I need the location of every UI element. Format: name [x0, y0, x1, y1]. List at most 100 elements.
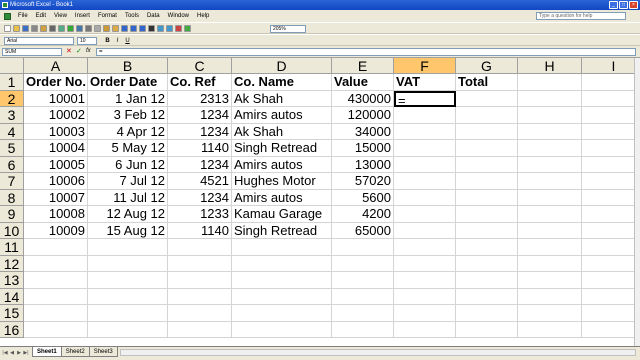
cell-c7[interactable]: 4521	[168, 173, 232, 190]
cell-g2[interactable]	[456, 90, 518, 107]
cell-f7[interactable]	[394, 173, 456, 190]
redo-icon[interactable]	[130, 25, 137, 32]
cell-a10[interactable]: 10009	[24, 222, 88, 239]
cell-h11[interactable]	[518, 239, 582, 256]
cell-c11[interactable]	[168, 239, 232, 256]
row-header-16[interactable]: 16	[0, 321, 24, 338]
cell-i3[interactable]	[582, 107, 640, 124]
chart-icon[interactable]	[175, 25, 182, 32]
cell-d9[interactable]: Kamau Garage	[232, 206, 332, 223]
cell-c4[interactable]: 1234	[168, 123, 232, 140]
cell-i14[interactable]	[582, 289, 640, 305]
cell-f6[interactable]	[394, 156, 456, 173]
cell-c14[interactable]	[168, 288, 232, 305]
cell-d11[interactable]	[232, 239, 332, 256]
cell-d16[interactable]	[232, 321, 332, 338]
cell-b11[interactable]	[88, 239, 168, 256]
cell-g8[interactable]	[456, 189, 518, 206]
fx-icon[interactable]: fx	[86, 48, 91, 54]
row-header-3[interactable]: 3	[0, 107, 24, 124]
cell-b13[interactable]	[88, 272, 168, 289]
cell-h12[interactable]	[518, 255, 582, 272]
cell-i6[interactable]	[582, 157, 640, 173]
cell-i10[interactable]	[582, 223, 640, 239]
cell-h8[interactable]	[518, 189, 582, 206]
cell-a13[interactable]	[24, 272, 88, 289]
email-icon[interactable]	[40, 25, 47, 32]
row-header-6[interactable]: 6	[0, 156, 24, 173]
cell-g14[interactable]	[456, 288, 518, 305]
cell-f10[interactable]	[394, 222, 456, 239]
format-painter-icon[interactable]	[112, 25, 119, 32]
cell-d13[interactable]	[232, 272, 332, 289]
cell-d7[interactable]: Hughes Motor	[232, 173, 332, 190]
row-header-9[interactable]: 9	[0, 206, 24, 223]
cell-g12[interactable]	[456, 255, 518, 272]
cell-h6[interactable]	[518, 156, 582, 173]
cell-a1[interactable]: Order No.	[24, 74, 88, 91]
cell-b3[interactable]: 3 Feb 12	[88, 107, 168, 124]
menu-file[interactable]: File	[14, 10, 32, 22]
cell-i13[interactable]	[582, 272, 640, 289]
cell-e8[interactable]: 5600	[332, 189, 394, 206]
cell-d2[interactable]: Ak Shah	[232, 90, 332, 107]
italic-button[interactable]: I	[114, 37, 121, 45]
formula-input[interactable]: =	[96, 48, 636, 56]
cell-e1[interactable]: Value	[332, 74, 394, 91]
cell-i5[interactable]	[582, 140, 640, 157]
cell-i16[interactable]	[582, 322, 640, 338]
cell-e7[interactable]: 57020	[332, 173, 394, 190]
print-icon[interactable]	[49, 25, 56, 32]
cell-f5[interactable]	[394, 140, 456, 157]
cell-b14[interactable]	[88, 288, 168, 305]
drawing-icon[interactable]	[184, 25, 191, 32]
cell-d4[interactable]: Ak Shah	[232, 123, 332, 140]
select-all-corner[interactable]	[0, 58, 24, 74]
cell-a11[interactable]	[24, 239, 88, 256]
hyperlink-icon[interactable]	[139, 25, 146, 32]
cell-e12[interactable]	[332, 255, 394, 272]
cell-e9[interactable]: 4200	[332, 206, 394, 223]
cell-d3[interactable]: Amirs autos	[232, 107, 332, 124]
cell-a7[interactable]: 10006	[24, 173, 88, 190]
cell-c16[interactable]	[168, 321, 232, 338]
menu-help[interactable]: Help	[193, 10, 213, 22]
cell-h9[interactable]	[518, 206, 582, 223]
cell-f1[interactable]: VAT	[394, 74, 456, 91]
cell-d12[interactable]	[232, 255, 332, 272]
column-header-a[interactable]: A	[24, 58, 88, 74]
cell-c10[interactable]: 1140	[168, 222, 232, 239]
cell-a12[interactable]	[24, 255, 88, 272]
cell-h16[interactable]	[518, 321, 582, 338]
next-sheet-icon[interactable]: ▶	[16, 350, 22, 357]
cell-f4[interactable]	[394, 123, 456, 140]
cell-a9[interactable]: 10008	[24, 206, 88, 223]
column-header-c[interactable]: C	[168, 58, 232, 74]
column-header-h[interactable]: H	[518, 58, 582, 74]
cell-i11[interactable]	[582, 239, 640, 256]
cell-c13[interactable]	[168, 272, 232, 289]
cell-a8[interactable]: 10007	[24, 189, 88, 206]
permission-icon[interactable]	[31, 25, 38, 32]
cell-b5[interactable]: 5 May 12	[88, 140, 168, 157]
cell-e16[interactable]	[332, 321, 394, 338]
cell-c1[interactable]: Co. Ref	[168, 74, 232, 91]
cell-c9[interactable]: 1233	[168, 206, 232, 223]
cell-e2[interactable]: 430000	[332, 90, 394, 107]
cell-b1[interactable]: Order Date	[88, 74, 168, 91]
cell-e3[interactable]: 120000	[332, 107, 394, 124]
cell-b16[interactable]	[88, 321, 168, 338]
close-button[interactable]: ×	[629, 1, 638, 9]
cell-a5[interactable]: 10004	[24, 140, 88, 157]
cell-c2[interactable]: 2313	[168, 90, 232, 107]
cell-h1[interactable]	[518, 74, 582, 91]
vertical-scrollbar[interactable]	[634, 58, 640, 346]
sheet-tab-sheet2[interactable]: Sheet2	[60, 347, 90, 357]
cell-f9[interactable]	[394, 206, 456, 223]
last-sheet-icon[interactable]: ▶|	[23, 350, 29, 357]
zoom-select[interactable]: 205%	[270, 25, 306, 33]
cell-c15[interactable]	[168, 305, 232, 322]
minimize-button[interactable]: _	[609, 1, 618, 9]
cell-h5[interactable]	[518, 140, 582, 157]
column-header-b[interactable]: B	[88, 58, 168, 74]
